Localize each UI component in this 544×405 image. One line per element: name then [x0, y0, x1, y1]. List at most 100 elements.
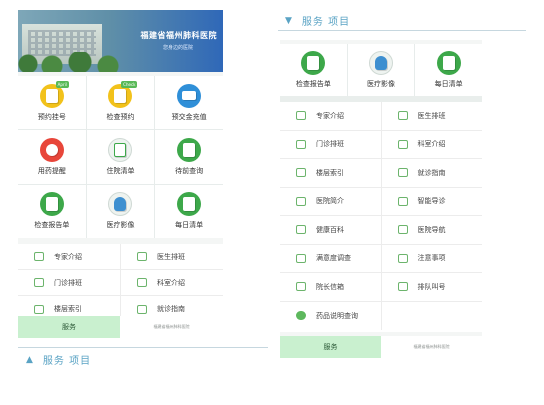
- grid-item-prepayment[interactable]: 预交金充值: [155, 76, 223, 130]
- grid-item-label: 检查预约: [106, 112, 135, 121]
- calendar-check-icon: Check: [108, 80, 138, 108]
- report-icon: [301, 51, 326, 75]
- section-header-right[interactable]: ▼ 服务 项目: [285, 13, 351, 29]
- list-item-hospital-intro[interactable]: 医院简介: [280, 187, 382, 215]
- doctor-icon: [137, 252, 147, 261]
- list-item-clinic-schedule[interactable]: 门诊排班: [18, 270, 121, 295]
- right-phone-screen: 检查报告单 医疗影像 每日清单 专家介绍 医生排班 门诊排班 科室介绍 楼层索引…: [280, 40, 482, 358]
- notice-icon: [397, 253, 408, 263]
- daily-list-icon: [177, 192, 202, 217]
- list-row: 健康百科 医院导航: [280, 216, 482, 245]
- triangle-down-icon: ▼: [285, 15, 292, 26]
- expert-icon: [34, 252, 44, 261]
- search-doc-icon: [177, 137, 202, 162]
- list-row: 药品说明查询: [280, 301, 483, 331]
- department-icon: [397, 139, 408, 149]
- footnote: 福建省福州肺科医院: [120, 316, 223, 338]
- grid-item-exam-report[interactable]: 检查报告单: [18, 184, 86, 238]
- hospital-banner: 福建省福州肺科医院 您身边的医院: [18, 10, 223, 72]
- lungs-icon: [108, 192, 133, 217]
- service-list: 专家介绍 医生排班 门诊排班 科室介绍 楼层索引 就诊指南: [18, 244, 223, 322]
- floor-index-icon: [34, 304, 44, 314]
- list-item-departments[interactable]: 科室介绍: [382, 131, 483, 159]
- grid-item-medical-imaging[interactable]: 医疗影像: [347, 44, 415, 96]
- grid-item-label: 住院清单: [106, 166, 135, 175]
- list-item-notices[interactable]: 注意事项: [382, 245, 483, 273]
- department-icon: [137, 278, 147, 287]
- service-list: 专家介绍 医生排班 门诊排班 科室介绍 楼层索引 就诊指南 医院简介 智能导诊 …: [280, 102, 482, 332]
- list-item-director-mailbox[interactable]: 院长信箱: [280, 273, 382, 301]
- grid-item-exam-booking[interactable]: Check 检查预约: [86, 76, 155, 130]
- daily-list-icon: [436, 51, 461, 75]
- list-item-doctor-schedule[interactable]: 医生排班: [121, 244, 223, 269]
- wallet-icon: [177, 83, 202, 108]
- guide-icon: [397, 168, 408, 178]
- list-row: 门诊排班 科室介绍: [18, 270, 223, 296]
- grid-item-label: 医疗影像: [366, 80, 395, 88]
- grid-item-label: 每日清单: [175, 221, 204, 230]
- section-header-label: 服务 项目: [42, 356, 92, 367]
- list-item-drug-query[interactable]: 药品说明查询: [280, 301, 382, 330]
- floor-index-icon: [296, 168, 306, 178]
- grid-item-query[interactable]: 待前查询: [155, 130, 223, 184]
- report-icon: [39, 192, 64, 217]
- list-item-queue-call[interactable]: 排队叫号: [382, 273, 483, 301]
- list-item-experts[interactable]: 专家介绍: [280, 102, 382, 130]
- grid-item-daily-list[interactable]: 每日清单: [415, 44, 482, 96]
- list-item-visit-guide[interactable]: 就诊指南: [382, 159, 483, 187]
- left-phone-screen: 福建省福州肺科医院 您身边的医院 April 预约挂号 Check 检查预约 预…: [18, 10, 223, 338]
- mail-icon: [296, 282, 306, 292]
- alarm-clock-icon: [39, 137, 64, 162]
- doctor-icon: [397, 111, 408, 121]
- list-row: 医院简介 智能导诊: [280, 187, 483, 216]
- bottom-bar: 服务 福建省福州肺科医院: [18, 316, 223, 338]
- list-row: 专家介绍 医生排班: [280, 102, 482, 131]
- list-item-departments[interactable]: 科室介绍: [121, 270, 223, 295]
- calendar-icon: April: [39, 80, 69, 108]
- location-pin-icon: [397, 225, 408, 235]
- section-rule: [278, 30, 526, 31]
- section-rule: [18, 347, 268, 348]
- grid-item-label: 用药提醒: [37, 166, 66, 175]
- list-row: 专家介绍 医生排班: [18, 244, 223, 270]
- triage-icon: [397, 196, 408, 206]
- grid-item-label: 检查报告单: [295, 80, 331, 88]
- hospital-icon: [296, 196, 306, 206]
- grid-item-label: 预交金充值: [171, 112, 207, 121]
- list-item-satisfaction-survey[interactable]: 满意度调查: [280, 244, 382, 272]
- grid-item-inpatient-list[interactable]: 住院清单: [86, 130, 155, 184]
- grid-item-exam-report[interactable]: 检查报告单: [280, 44, 347, 96]
- list-item-doctor-schedule[interactable]: 医生排班: [382, 102, 483, 130]
- clinic-icon: [34, 278, 44, 287]
- grid-item-med-reminder[interactable]: 用药提醒: [18, 130, 86, 184]
- pencil-icon: [296, 253, 306, 263]
- lungs-icon: [368, 51, 393, 75]
- grid-item-medical-imaging[interactable]: 医疗影像: [86, 184, 155, 238]
- list-item-experts[interactable]: 专家介绍: [18, 244, 121, 269]
- service-button[interactable]: 服务: [18, 316, 120, 338]
- clipboard-icon: [108, 137, 133, 162]
- trees-image: [18, 52, 123, 72]
- list-item-clinic-schedule[interactable]: 门诊排班: [280, 130, 382, 158]
- section-header-label: 服务 项目: [301, 17, 351, 28]
- service-grid: 检查报告单 医疗影像 每日清单: [280, 44, 482, 96]
- grid-item-daily-list[interactable]: 每日清单: [155, 184, 223, 238]
- list-item-smart-triage[interactable]: 智能导诊: [382, 188, 483, 216]
- list-item-hospital-navigation[interactable]: 医院导航: [382, 216, 483, 244]
- grid-item-label: 医疗影像: [106, 221, 135, 230]
- list-item-health-wiki[interactable]: 健康百科: [280, 216, 382, 244]
- grid-item-label: 检查报告单: [34, 221, 70, 230]
- grid-item-label: 每日清单: [434, 80, 463, 88]
- clinic-icon: [296, 139, 306, 149]
- expert-icon: [296, 111, 306, 121]
- list-row: 门诊排班 科室介绍: [280, 130, 483, 159]
- service-button[interactable]: 服务: [280, 336, 381, 358]
- grid-item-appointment[interactable]: April 预约挂号: [18, 76, 86, 130]
- speaker-icon: [397, 282, 408, 292]
- book-icon: [296, 225, 306, 235]
- pill-icon: [296, 311, 306, 321]
- list-row: 楼层索引 就诊指南: [280, 159, 482, 188]
- list-item-floor-index[interactable]: 楼层索引: [280, 159, 382, 187]
- list-item-empty: [382, 302, 483, 331]
- section-header-left[interactable]: ▲ 服务 项目: [26, 352, 92, 368]
